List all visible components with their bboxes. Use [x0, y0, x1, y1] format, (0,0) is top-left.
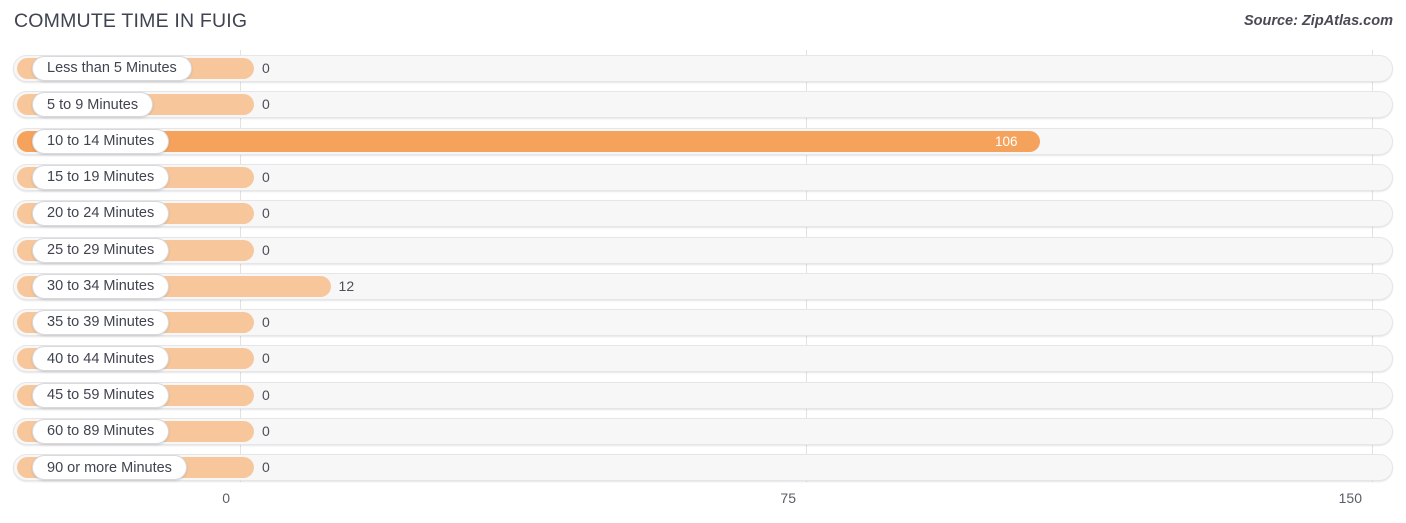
bar-value-label: 0: [262, 96, 270, 113]
table-row[interactable]: Less than 5 Minutes 0: [13, 55, 1393, 82]
bar-category-text: 15 to 19 Minutes: [47, 169, 155, 186]
bar-category-text: 30 to 34 Minutes: [47, 278, 155, 295]
bar-category-text: 25 to 29 Minutes: [47, 241, 155, 258]
table-row[interactable]: 45 to 59 Minutes 0: [13, 381, 1393, 409]
x-axis: 0 75 150: [0, 487, 1406, 523]
bar-category-label: 60 to 89 Minutes: [32, 419, 170, 444]
bar-value-label: 0: [262, 350, 270, 367]
table-row[interactable]: 5 to 9 Minutes 0: [13, 91, 1393, 119]
bar-value-label: 0: [262, 459, 270, 476]
bar-category-label: 90 or more Minutes: [32, 455, 187, 481]
bar-category-label: Less than 5 Minutes: [32, 56, 192, 81]
bar-category-text: Less than 5 Minutes: [47, 60, 177, 77]
table-row[interactable]: 10 to 14 Minutes 106: [13, 127, 1393, 155]
bar-value-label: 0: [262, 60, 270, 76]
bar-category-label: 10 to 14 Minutes: [32, 128, 170, 154]
bar-category-text: 60 to 89 Minutes: [47, 423, 155, 440]
table-row[interactable]: 25 to 29 Minutes 0: [13, 236, 1393, 264]
table-row[interactable]: 20 to 24 Minutes 0: [13, 200, 1393, 228]
bar-value-label: 0: [262, 423, 270, 439]
x-axis-tick-0: 0: [222, 490, 230, 506]
bar-category-label: 20 to 24 Minutes: [32, 201, 170, 227]
bar-value-label: 0: [262, 314, 270, 331]
x-axis-tick-75: 75: [780, 490, 796, 506]
table-row[interactable]: 40 to 44 Minutes 0: [13, 345, 1393, 373]
bar-category-text: 5 to 9 Minutes: [47, 96, 139, 113]
bar-rows: Less than 5 Minutes 0 5 to 9 Minutes 0 10 to…: [0, 46, 1406, 487]
bar-value-label: 0: [262, 386, 270, 403]
bar-category-text: 20 to 24 Minutes: [47, 205, 155, 222]
table-row[interactable]: 30 to 34 Minutes 12: [13, 272, 1393, 300]
table-row[interactable]: 15 to 19 Minutes 0: [13, 163, 1393, 191]
bar-value-label: 0: [262, 168, 270, 185]
bar-category-label: 15 to 19 Minutes: [32, 164, 170, 190]
bar-category-label: 5 to 9 Minutes: [32, 92, 154, 118]
page-title: COMMUTE TIME IN FUIG: [14, 10, 248, 32]
bar-category-label: 30 to 34 Minutes: [32, 273, 170, 299]
table-row[interactable]: 60 to 89 Minutes 0: [13, 418, 1393, 445]
bar-category-text: 40 to 44 Minutes: [47, 350, 155, 367]
bar-category-text: 90 or more Minutes: [47, 459, 172, 476]
bar-category-label: 25 to 29 Minutes: [32, 237, 170, 263]
x-axis-tick-150: 150: [1338, 490, 1362, 506]
source-attribution: Source: ZipAtlas.com: [1243, 13, 1393, 29]
bar-category-text: 45 to 59 Minutes: [47, 386, 155, 403]
bar-category-label: 35 to 39 Minutes: [32, 310, 170, 336]
bar-value-label: 12: [338, 277, 355, 294]
table-row[interactable]: 35 to 39 Minutes 0: [13, 309, 1393, 337]
bar-category-text: 35 to 39 Minutes: [47, 314, 155, 331]
bar-category-label: 40 to 44 Minutes: [32, 346, 170, 372]
chart-plot-area: Less than 5 Minutes 0 5 to 9 Minutes 0 10 to…: [0, 46, 1406, 487]
bar-fill: [17, 130, 1040, 152]
bar-value-label: 106: [994, 133, 1018, 149]
table-row[interactable]: 90 or more Minutes 0: [13, 454, 1393, 482]
bar-category-label: 45 to 59 Minutes: [32, 382, 170, 408]
bar-category-text: 10 to 14 Minutes: [47, 132, 155, 149]
bar-value-label: 0: [262, 205, 270, 222]
bar-value-label: 0: [262, 241, 270, 258]
chart-header: COMMUTE TIME IN FUIG Source: ZipAtlas.co…: [0, 0, 1406, 46]
